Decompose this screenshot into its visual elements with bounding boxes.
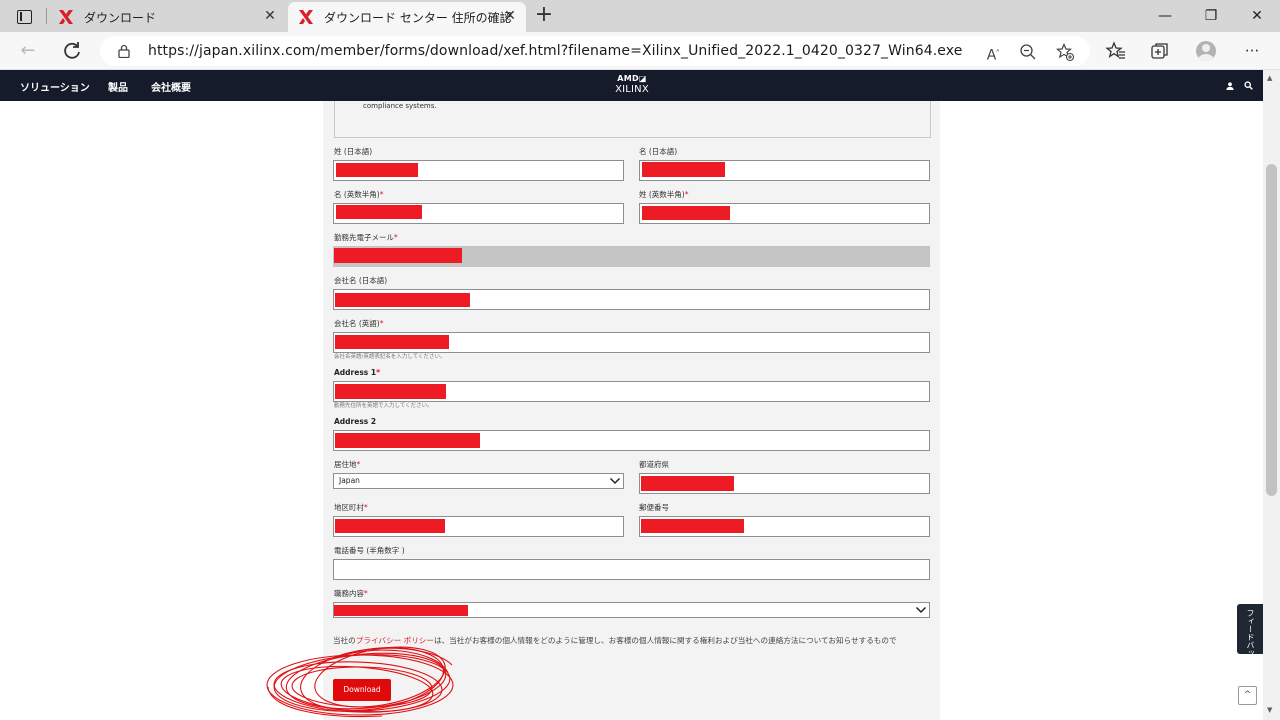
nav-item-company[interactable]: 会社概要 — [151, 79, 191, 94]
feedback-label: フィードバック — [1246, 609, 1255, 665]
xilinx-favicon-icon — [59, 10, 73, 24]
country-select[interactable]: Japan — [333, 473, 624, 489]
browser-navigation-bar: ← https://japan.xilinx.com/member/forms/… — [0, 32, 1280, 70]
last-name-en-input[interactable] — [639, 203, 930, 224]
redaction-mark — [641, 476, 734, 491]
first-name-en-label: 名 (英数半角)* — [334, 190, 384, 199]
nav-item-products[interactable]: 製品 — [108, 79, 128, 94]
tab-separator — [46, 8, 47, 24]
page-content: compliance systems. 姓 (日本語) 名 (日本語) 名 (英… — [0, 101, 1263, 720]
country-label: 居住地* — [334, 460, 361, 469]
browser-tab-download-center[interactable]: ダウンロード センター 住所の確認 ✕ — [288, 2, 526, 32]
redaction-mark — [334, 605, 468, 616]
first-name-en-input[interactable] — [333, 203, 624, 224]
job-role-select[interactable] — [333, 602, 930, 618]
phone-label: 電話番号 (半角数字 ) — [334, 546, 405, 555]
address1-hint: 勤務先住所を英語で入力してください。 — [334, 403, 433, 409]
redaction-mark — [334, 248, 462, 263]
address2-input[interactable] — [333, 430, 930, 451]
redaction-mark — [335, 384, 446, 399]
first-name-ja-label: 名 (日本語) — [639, 147, 678, 156]
address1-input[interactable] — [333, 381, 930, 402]
page-scrollbar[interactable]: ▲ ▼ — [1263, 70, 1280, 720]
redaction-mark — [335, 335, 449, 349]
redaction-mark — [335, 293, 470, 307]
collections-icon[interactable] — [1148, 39, 1172, 63]
logo-xilinx-text: XILINX — [615, 84, 649, 95]
xilinx-favicon-icon — [299, 10, 313, 24]
email-field — [333, 246, 930, 267]
address-bar[interactable]: https://japan.xilinx.com/member/forms/do… — [100, 36, 1090, 66]
prefecture-input[interactable] — [639, 473, 930, 494]
redaction-mark — [336, 205, 422, 219]
tab-actions-icon[interactable] — [10, 6, 38, 28]
url-text[interactable]: https://japan.xilinx.com/member/forms/do… — [148, 43, 962, 59]
refresh-icon[interactable] — [60, 39, 84, 63]
chevron-down-icon — [915, 606, 927, 614]
tab-title: ダウンロード — [84, 11, 157, 25]
logo-amd-text: AMD◪ — [617, 74, 647, 83]
zoom-out-icon[interactable] — [1018, 42, 1038, 62]
last-name-en-label: 姓 (英数半角)* — [639, 190, 689, 199]
more-options-icon[interactable]: ··· — [1240, 39, 1264, 63]
redaction-mark — [335, 519, 445, 533]
scroll-down-arrow-icon[interactable]: ▼ — [1267, 706, 1272, 714]
last-name-ja-input[interactable] — [333, 160, 624, 181]
feedback-tab[interactable]: フィードバック — [1237, 604, 1263, 665]
company-ja-label: 会社名 (日本語) — [334, 276, 388, 285]
add-favorite-icon[interactable] — [1055, 42, 1075, 62]
country-select-value: Japan — [339, 476, 360, 485]
postal-input[interactable] — [639, 516, 930, 537]
back-to-top-button[interactable]: ^ — [1238, 686, 1257, 705]
scroll-up-arrow-icon[interactable]: ▲ — [1267, 74, 1272, 82]
nav-item-solutions[interactable]: ソリューション — [20, 79, 90, 94]
company-ja-input[interactable] — [333, 289, 930, 310]
privacy-policy-link[interactable]: プライバシー ポリシー — [356, 636, 434, 645]
redaction-mark — [335, 433, 480, 448]
redaction-mark — [642, 162, 725, 177]
last-name-ja-label: 姓 (日本語) — [334, 147, 373, 156]
redaction-mark — [336, 163, 418, 177]
close-window-button[interactable]: ✕ — [1234, 0, 1280, 32]
site-header: ソリューション 製品 会社概要 AMD◪ XILINX — [0, 70, 1263, 101]
postal-label: 郵便番号 — [639, 503, 669, 512]
read-aloud-icon[interactable]: Aᴬ — [983, 42, 1003, 64]
browser-tab-strip: ダウンロード ✕ ダウンロード センター 住所の確認 ✕ + — ❐ ✕ — [0, 0, 1280, 32]
restore-button[interactable]: ❐ — [1188, 0, 1234, 32]
minimize-button[interactable]: — — [1142, 0, 1188, 32]
info-box: compliance systems. — [334, 101, 931, 138]
company-en-hint: 会社名英語/英語表記名を入力してください。 — [334, 354, 446, 360]
user-icon[interactable] — [1226, 82, 1234, 90]
profile-avatar-icon[interactable] — [1196, 41, 1216, 61]
tab-close-icon[interactable]: ✕ — [502, 8, 518, 24]
info-text: compliance systems. — [363, 102, 437, 110]
amd-xilinx-logo[interactable]: AMD◪ XILINX — [612, 74, 652, 98]
new-tab-button[interactable]: + — [532, 4, 556, 28]
city-input[interactable] — [333, 516, 624, 537]
search-icon[interactable] — [1244, 81, 1253, 90]
job-role-label: 職務内容* — [334, 589, 368, 598]
tab-close-icon[interactable]: ✕ — [262, 8, 278, 24]
first-name-ja-input[interactable] — [639, 160, 930, 181]
redaction-mark — [642, 206, 730, 220]
favorites-icon[interactable] — [1104, 39, 1128, 63]
prefecture-label: 都道府県 — [639, 460, 669, 469]
privacy-notice: 当社のプライバシー ポリシーは、当社がお客様の個人情報をどのように管理し、お客様… — [333, 636, 897, 645]
company-en-input[interactable] — [333, 332, 930, 353]
city-label: 地区町村* — [334, 503, 368, 512]
address1-label: Address 1* — [334, 368, 381, 377]
scrollbar-thumb[interactable] — [1266, 164, 1277, 496]
redaction-mark — [641, 519, 744, 533]
back-arrow-icon[interactable]: ← — [16, 39, 40, 63]
company-en-label: 会社名 (英語)* — [334, 319, 384, 328]
lock-icon[interactable] — [118, 44, 130, 58]
chevron-down-icon — [609, 477, 621, 485]
phone-input[interactable] — [333, 559, 930, 580]
download-button[interactable]: Download — [333, 679, 391, 701]
address2-label: Address 2 — [334, 417, 377, 426]
browser-tab-download[interactable]: ダウンロード ✕ — [48, 2, 286, 32]
tab-title: ダウンロード センター 住所の確認 — [324, 11, 512, 25]
email-label: 勤務先電子メール* — [334, 233, 398, 242]
download-form: compliance systems. 姓 (日本語) 名 (日本語) 名 (英… — [323, 101, 940, 720]
